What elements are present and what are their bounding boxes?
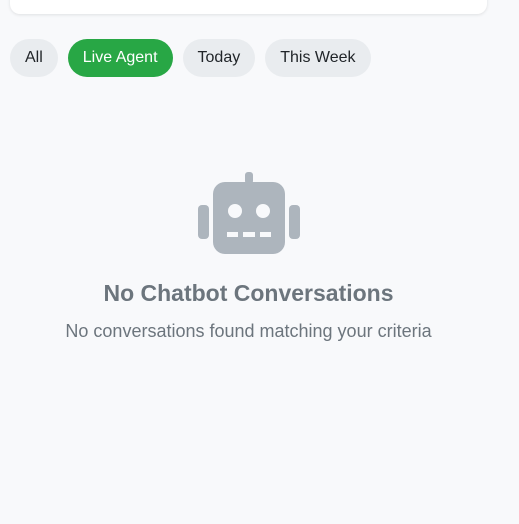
filter-chip-live-agent[interactable]: Live Agent (67, 39, 173, 77)
robot-icon (197, 172, 300, 254)
filter-chip-today[interactable]: Today (182, 39, 256, 77)
search-card (10, 0, 487, 14)
empty-state-title: No Chatbot Conversations (103, 280, 394, 306)
empty-state: No Chatbot Conversations No conversation… (0, 172, 497, 342)
filter-chip-this-week[interactable]: This Week (265, 39, 371, 77)
filter-chip-all[interactable]: All (10, 39, 58, 77)
page: All Live Agent Today This Week No Chatbo… (0, 0, 519, 524)
empty-state-subtitle: No conversations found matching your cri… (65, 321, 432, 341)
filter-chips: All Live Agent Today This Week (10, 39, 371, 77)
